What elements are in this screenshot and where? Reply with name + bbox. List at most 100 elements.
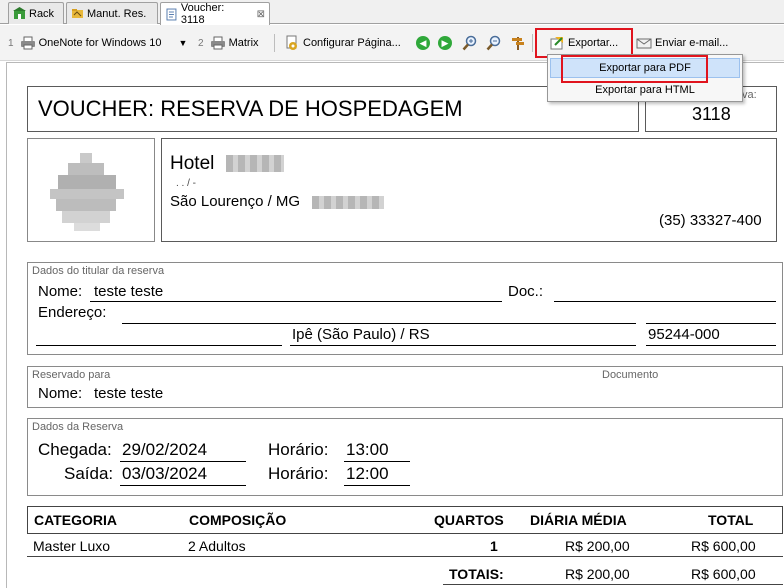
holder-city-line (290, 345, 636, 346)
printer-icon (210, 36, 225, 50)
document-icon (166, 8, 177, 20)
redacted-hotel-name (226, 155, 284, 172)
holder-name-label: Nome: (38, 283, 83, 300)
hotel-info-box: Hotel . . / - São Lourenço / MG (35) 333… (161, 138, 777, 242)
previous-page-button[interactable]: ◀ (416, 25, 430, 61)
totals-diaria: R$ 200,00 (565, 566, 630, 582)
checkout-date: 03/03/2024 (122, 464, 208, 483)
reserved-for-document-label: Documento (602, 369, 659, 381)
export-html-label: Exportar para HTML (595, 84, 695, 96)
reserved-for-title: Reservado para (32, 369, 111, 381)
printer-1-label: OneNote for Windows 10 (38, 37, 162, 49)
checkin-label: Chegada: (38, 440, 112, 459)
redacted-hotel-zip (312, 196, 384, 209)
holder-section: Dados do titular da reserva Nome: teste … (27, 262, 783, 355)
holder-address-line (122, 323, 636, 324)
checkout-time: 12:00 (346, 464, 389, 483)
col-categoria: CATEGORIA (34, 512, 117, 528)
page-setup-label: Configurar Página... (303, 37, 401, 49)
checkin-date-line (120, 461, 246, 462)
tab-rack-label: Rack (29, 7, 55, 20)
row-composicao: 2 Adultos (188, 538, 246, 554)
rack-icon (13, 7, 26, 19)
holder-city-value: Ipê (São Paulo) / RS (292, 326, 430, 343)
next-page-button[interactable]: ▶ (438, 25, 452, 61)
voucher-title: VOUCHER: RESERVA DE HOSPEDAGEM (38, 96, 463, 121)
row-categoria: Master Luxo (33, 538, 111, 554)
hotel-phone: (35) 33327-400 (659, 212, 762, 229)
holder-doc-line (554, 301, 776, 302)
checkout-time-line (344, 485, 410, 486)
folder-icon (72, 9, 83, 18)
printer-matrix-button[interactable]: 2 Matrix (198, 25, 259, 61)
reservation-section-title: Dados da Reserva (32, 421, 124, 433)
checkin-date: 29/02/2024 (122, 440, 208, 459)
voucher-number-label: va: (742, 89, 757, 101)
signpost-icon (512, 37, 524, 50)
checkout-time-label: Horário: (268, 464, 329, 483)
checkin-time-label: Horário: (268, 440, 329, 459)
tab-voucher[interactable]: Voucher: 3118 ⊠ (160, 2, 270, 26)
arrow-right-icon: ▶ (438, 36, 452, 50)
holder-section-title: Dados do titular da reserva (32, 265, 165, 277)
tab-bar: Rack Manut. Res. Voucher: 3118 ⊠ (0, 0, 784, 26)
holder-address-line-2 (646, 323, 776, 324)
printer-2-number: 2 (198, 37, 204, 49)
zoom-in-button[interactable] (462, 25, 478, 61)
export-html-menu-item[interactable]: Exportar para HTML (550, 80, 740, 100)
row-total: R$ 600,00 (691, 538, 756, 554)
reservation-section: Dados da Reserva Chegada: 29/02/2024 Hor… (27, 418, 783, 496)
printer-1-number: 1 (8, 37, 14, 49)
checkout-label: Saída: (64, 464, 114, 483)
printer-icon (20, 36, 35, 50)
totals-total: R$ 600,00 (691, 566, 756, 582)
reserved-for-name-label: Nome: (38, 385, 83, 402)
table-row: Master Luxo 2 Adultos 1 R$ 200,00 R$ 600… (27, 535, 783, 557)
tab-manut-res-label: Manut. Res. (87, 7, 147, 20)
arrow-left-icon: ◀ (416, 36, 430, 50)
page-setup-button[interactable]: Configurar Página... (284, 25, 401, 61)
zoom-out-icon (486, 35, 501, 51)
toolbar-separator (532, 34, 533, 52)
page-setup-icon (286, 35, 297, 50)
col-diaria-media: DIÁRIA MÉDIA (530, 512, 627, 528)
holder-district-line (36, 345, 282, 346)
zoom-out-button[interactable] (486, 25, 502, 61)
row-quartos: 1 (490, 538, 498, 554)
table-header: CATEGORIA COMPOSIÇÃO QUARTOS DIÁRIA MÉDI… (27, 506, 783, 534)
hotel-city: São Lourenço / MG (170, 193, 301, 210)
totals-label: TOTAIS: (449, 566, 504, 582)
voucher-number: 3118 (692, 104, 731, 124)
send-email-label: Enviar e-mail... (655, 37, 729, 49)
holder-name-value: teste teste (94, 283, 164, 300)
holder-zip-value: 95244-000 (648, 326, 720, 343)
checkin-time-line (344, 461, 410, 462)
toolbar-separator (274, 34, 275, 52)
printer-2-label: Matrix (228, 37, 259, 49)
col-total: TOTAL (708, 512, 754, 528)
checkout-date-line (120, 485, 246, 486)
export-pdf-highlight (561, 55, 708, 83)
envelope-icon (636, 38, 652, 49)
printer-dropdown-button[interactable]: ▼ (176, 25, 190, 61)
row-diaria: R$ 200,00 (565, 538, 630, 554)
voucher-preview-window: Rack Manut. Res. Voucher: 3118 ⊠ 1 OneNo… (0, 0, 784, 588)
col-composicao: COMPOSIÇÃO (189, 512, 287, 528)
hotel-logo-image (50, 153, 124, 231)
tab-close-icon[interactable]: ⊠ (257, 9, 265, 20)
zoom-in-icon (462, 35, 477, 51)
table-totals-row: TOTAIS: R$ 200,00 R$ 600,00 (443, 561, 783, 585)
tab-manut-res[interactable]: Manut. Res. (66, 2, 158, 24)
chevron-down-icon: ▼ (178, 38, 188, 48)
printer-onenote-button[interactable]: 1 OneNote for Windows 10 (8, 25, 161, 61)
tab-voucher-label: Voucher: 3118 (180, 2, 225, 26)
holder-zip-line (646, 345, 776, 346)
report-page: VOUCHER: RESERVA DE HOSPEDAGEM va: 3118 … (6, 62, 784, 588)
reserved-for-name-value: teste teste (94, 385, 164, 402)
holder-address-label: Endereço: (38, 304, 107, 321)
fit-page-button[interactable] (510, 25, 526, 61)
hotel-name: Hotel (170, 153, 215, 174)
hotel-address: . . / - (176, 178, 196, 189)
holder-name-line (90, 301, 502, 302)
tab-rack[interactable]: Rack (8, 2, 64, 24)
